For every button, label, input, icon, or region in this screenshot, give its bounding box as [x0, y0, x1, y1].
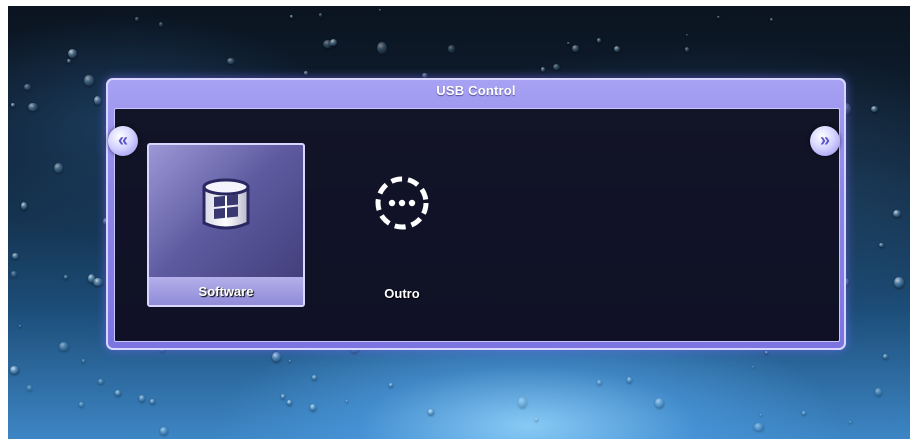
rain-drop — [518, 397, 527, 408]
rain-drop — [11, 103, 15, 107]
rain-drop — [752, 366, 754, 368]
rain-drop — [28, 103, 38, 111]
rain-drop — [319, 13, 322, 17]
rain-drop — [379, 9, 381, 11]
chevron-double-right-icon[interactable]: » — [810, 126, 840, 156]
rain-drop — [428, 409, 434, 415]
rain-drop — [139, 395, 145, 402]
rain-drop — [883, 354, 888, 359]
rain-drop — [572, 45, 579, 52]
rain-drop — [655, 398, 664, 408]
rain-drop — [289, 360, 291, 362]
rain-drop — [871, 106, 878, 112]
rain-drop — [21, 202, 27, 210]
dotted-circle-more-icon — [370, 171, 434, 235]
rain-drop — [765, 351, 768, 354]
rain-drop — [893, 210, 901, 217]
rain-drop — [12, 253, 19, 259]
rain-drop — [535, 418, 538, 421]
rain-drop — [346, 400, 348, 402]
usb-drive-windows-icon — [194, 173, 258, 237]
rain-drop — [717, 16, 720, 18]
tv-screen: USB Control Software Outro « » — [8, 6, 910, 439]
rain-drop — [84, 75, 94, 86]
rain-drop — [310, 404, 316, 411]
rain-drop — [389, 383, 393, 387]
rain-drop — [24, 84, 31, 90]
rain-drop — [19, 325, 21, 327]
rain-drop — [82, 359, 85, 363]
rain-drop — [160, 427, 168, 435]
rain-drop — [849, 421, 852, 423]
rain-drop — [875, 388, 882, 396]
rain-drop — [290, 15, 293, 18]
rain-drop — [68, 49, 77, 58]
rain-drop — [11, 271, 17, 277]
dialog-title: USB Control — [436, 83, 516, 98]
rain-drop — [59, 342, 69, 351]
rain-drop — [597, 380, 602, 385]
menu-item-label: Software — [198, 284, 254, 299]
rain-drop — [115, 390, 121, 396]
rain-drop — [54, 163, 63, 173]
rain-drop — [627, 377, 632, 383]
rain-drop — [377, 42, 387, 54]
rain-drop — [88, 274, 95, 283]
rain-drop — [597, 38, 601, 43]
rain-drop — [94, 96, 101, 105]
rain-drop — [64, 275, 68, 279]
menu-item-outro[interactable]: Outro — [323, 143, 481, 307]
menu-area: Software Outro — [114, 108, 840, 342]
rain-drop — [159, 22, 163, 27]
rain-drop — [323, 40, 333, 48]
rain-drop — [272, 352, 281, 362]
rain-drop — [10, 366, 19, 374]
menu-item-software[interactable]: Software — [147, 143, 305, 307]
rain-drop — [27, 385, 32, 391]
rain-drop — [879, 243, 884, 247]
rain-drop — [770, 18, 773, 21]
rain-drop — [150, 399, 155, 404]
rain-drop — [227, 58, 235, 64]
rain-drop — [754, 423, 764, 431]
rain-drop — [760, 414, 762, 416]
usb-control-dialog: USB Control Software Outro — [106, 78, 846, 350]
rain-drop — [67, 59, 71, 63]
rain-drop — [614, 46, 620, 52]
rain-drop — [802, 411, 806, 415]
rain-drop — [281, 394, 285, 399]
rain-drop — [553, 64, 560, 70]
rain-drop — [541, 67, 545, 72]
menu-item-label: Outro — [384, 286, 420, 301]
rain-drop — [894, 277, 904, 288]
rain-drop — [98, 379, 104, 384]
rain-drop — [287, 400, 292, 405]
rain-drop — [567, 42, 570, 44]
rain-drop — [686, 34, 688, 36]
rain-drop — [79, 402, 84, 407]
rain-drop — [312, 375, 317, 380]
rain-drop — [135, 17, 139, 21]
rain-drop — [304, 71, 308, 75]
chevron-double-left-icon[interactable]: « — [108, 126, 138, 156]
rain-drop — [448, 45, 455, 53]
rain-drop — [685, 47, 689, 52]
